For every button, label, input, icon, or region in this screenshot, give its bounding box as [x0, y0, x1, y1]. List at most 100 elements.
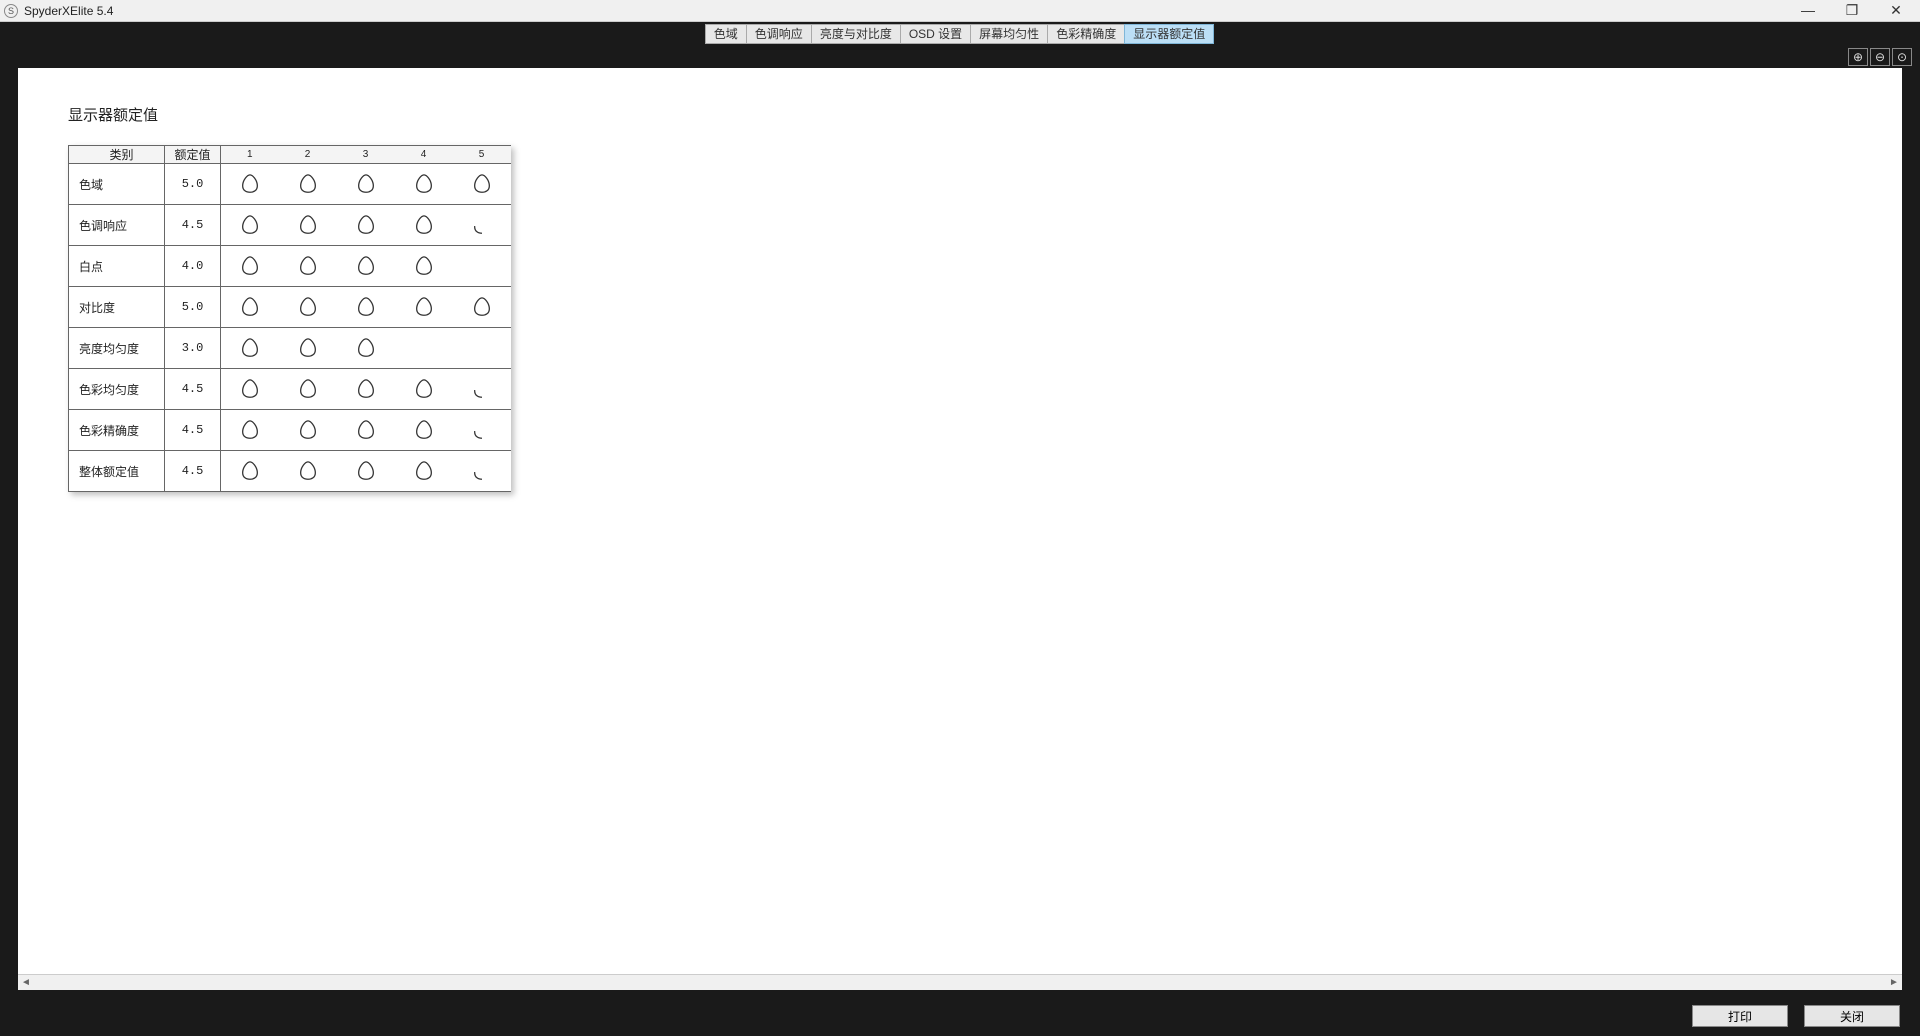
- app-title: SpyderXElite 5.4: [24, 4, 113, 18]
- rating-icon: [296, 255, 320, 277]
- rating-half-icon: [470, 214, 494, 236]
- rating-icon: [238, 460, 262, 482]
- rating-icon: [296, 419, 320, 441]
- maximize-button[interactable]: ❐: [1842, 2, 1862, 19]
- rating-icon: [238, 296, 262, 318]
- cell-rating-4: [395, 410, 453, 451]
- rating-icon: [470, 296, 494, 318]
- cell-value: 4.5: [165, 410, 221, 451]
- cell-rating-4: [395, 328, 453, 369]
- rating-icon: [238, 378, 262, 400]
- cell-category: 色域: [69, 164, 165, 205]
- header-scale-5: 5: [453, 146, 511, 164]
- tab-3[interactable]: OSD 设置: [900, 24, 971, 44]
- zoom-in-button[interactable]: ⊕: [1848, 48, 1868, 66]
- close-window-button[interactable]: ✕: [1886, 2, 1906, 19]
- cell-value: 4.5: [165, 205, 221, 246]
- cell-rating-2: [279, 410, 337, 451]
- rating-icon: [296, 460, 320, 482]
- minimize-button[interactable]: —: [1798, 2, 1818, 19]
- rating-icon: [412, 255, 436, 277]
- scroll-right-arrow[interactable]: ►: [1886, 976, 1902, 990]
- table-row: 整体额定值4.5: [69, 451, 511, 492]
- cell-rating-5: [453, 287, 511, 328]
- cell-rating-4: [395, 205, 453, 246]
- tab-4[interactable]: 屏幕均匀性: [970, 24, 1048, 44]
- cell-value: 5.0: [165, 287, 221, 328]
- page-title: 显示器额定值: [68, 104, 1852, 125]
- tab-2[interactable]: 亮度与对比度: [811, 24, 901, 44]
- table-row: 色彩精确度4.5: [69, 410, 511, 451]
- rating-icon: [296, 214, 320, 236]
- table-row: 对比度5.0: [69, 287, 511, 328]
- header-category: 类别: [69, 146, 165, 164]
- cell-rating-1: [221, 164, 279, 205]
- rating-icon: [238, 214, 262, 236]
- cell-rating-4: [395, 451, 453, 492]
- cell-rating-3: [337, 410, 395, 451]
- cell-category: 色彩均匀度: [69, 369, 165, 410]
- cell-rating-5: [453, 246, 511, 287]
- cell-rating-5: [453, 205, 511, 246]
- cell-rating-4: [395, 287, 453, 328]
- cell-rating-3: [337, 451, 395, 492]
- rating-icon: [354, 378, 378, 400]
- cell-rating-3: [337, 205, 395, 246]
- rating-icon: [238, 173, 262, 195]
- cell-rating-3: [337, 164, 395, 205]
- table-row: 亮度均匀度3.0: [69, 328, 511, 369]
- tab-1[interactable]: 色调响应: [746, 24, 812, 44]
- rating-icon: [296, 378, 320, 400]
- rating-icon: [354, 296, 378, 318]
- cell-category: 亮度均匀度: [69, 328, 165, 369]
- table-header-row: 类别 额定值 1 2 3 4 5: [69, 146, 511, 164]
- scroll-left-arrow[interactable]: ◄: [18, 976, 34, 990]
- rating-icon: [354, 255, 378, 277]
- print-button[interactable]: 打印: [1692, 1005, 1788, 1027]
- horizontal-scrollbar[interactable]: ◄ ►: [18, 974, 1902, 990]
- cell-rating-3: [337, 246, 395, 287]
- cell-category: 对比度: [69, 287, 165, 328]
- scroll-track[interactable]: [34, 976, 1886, 990]
- zoom-out-button[interactable]: ⊖: [1870, 48, 1890, 66]
- title-bar: S SpyderXElite 5.4 — ❐ ✕: [0, 0, 1920, 22]
- cell-rating-2: [279, 205, 337, 246]
- zoom-controls: ⊕ ⊖ ⊙: [1848, 48, 1912, 66]
- rating-icon: [296, 173, 320, 195]
- tabs: 色域色调响应亮度与对比度OSD 设置屏幕均匀性色彩精确度显示器额定值: [706, 24, 1214, 44]
- cell-rating-3: [337, 287, 395, 328]
- close-button[interactable]: 关闭: [1804, 1005, 1900, 1027]
- cell-rating-2: [279, 287, 337, 328]
- rating-icon: [412, 378, 436, 400]
- cell-rating-3: [337, 328, 395, 369]
- cell-rating-2: [279, 451, 337, 492]
- table-row: 色调响应4.5: [69, 205, 511, 246]
- rating-icon: [354, 460, 378, 482]
- cell-rating-2: [279, 369, 337, 410]
- cell-rating-2: [279, 328, 337, 369]
- cell-value: 3.0: [165, 328, 221, 369]
- header-scale-1: 1: [221, 146, 279, 164]
- zoom-fit-button[interactable]: ⊙: [1892, 48, 1912, 66]
- content-area: 显示器额定值 类别 额定值 1 2 3 4 5 色域5.0色调响应4.5白点4.…: [18, 68, 1902, 990]
- rating-icon: [354, 337, 378, 359]
- content-wrapper: 显示器额定值 类别 额定值 1 2 3 4 5 色域5.0色调响应4.5白点4.…: [0, 68, 1920, 996]
- cell-value: 4.0: [165, 246, 221, 287]
- cell-rating-5: [453, 451, 511, 492]
- cell-category: 整体额定值: [69, 451, 165, 492]
- rating-icon: [354, 173, 378, 195]
- tab-6[interactable]: 显示器额定值: [1124, 24, 1214, 44]
- cell-rating-1: [221, 246, 279, 287]
- cell-rating-1: [221, 287, 279, 328]
- cell-value: 4.5: [165, 451, 221, 492]
- cell-rating-1: [221, 369, 279, 410]
- tab-5[interactable]: 色彩精确度: [1047, 24, 1125, 44]
- header-scale-4: 4: [395, 146, 453, 164]
- cell-rating-4: [395, 246, 453, 287]
- rating-icon: [238, 255, 262, 277]
- page: 显示器额定值 类别 额定值 1 2 3 4 5 色域5.0色调响应4.5白点4.…: [18, 68, 1902, 528]
- rating-half-icon: [470, 378, 494, 400]
- tab-0[interactable]: 色域: [705, 24, 747, 44]
- tab-bar: 色域色调响应亮度与对比度OSD 设置屏幕均匀性色彩精确度显示器额定值 ⊕ ⊖ ⊙: [0, 22, 1920, 68]
- cell-rating-1: [221, 410, 279, 451]
